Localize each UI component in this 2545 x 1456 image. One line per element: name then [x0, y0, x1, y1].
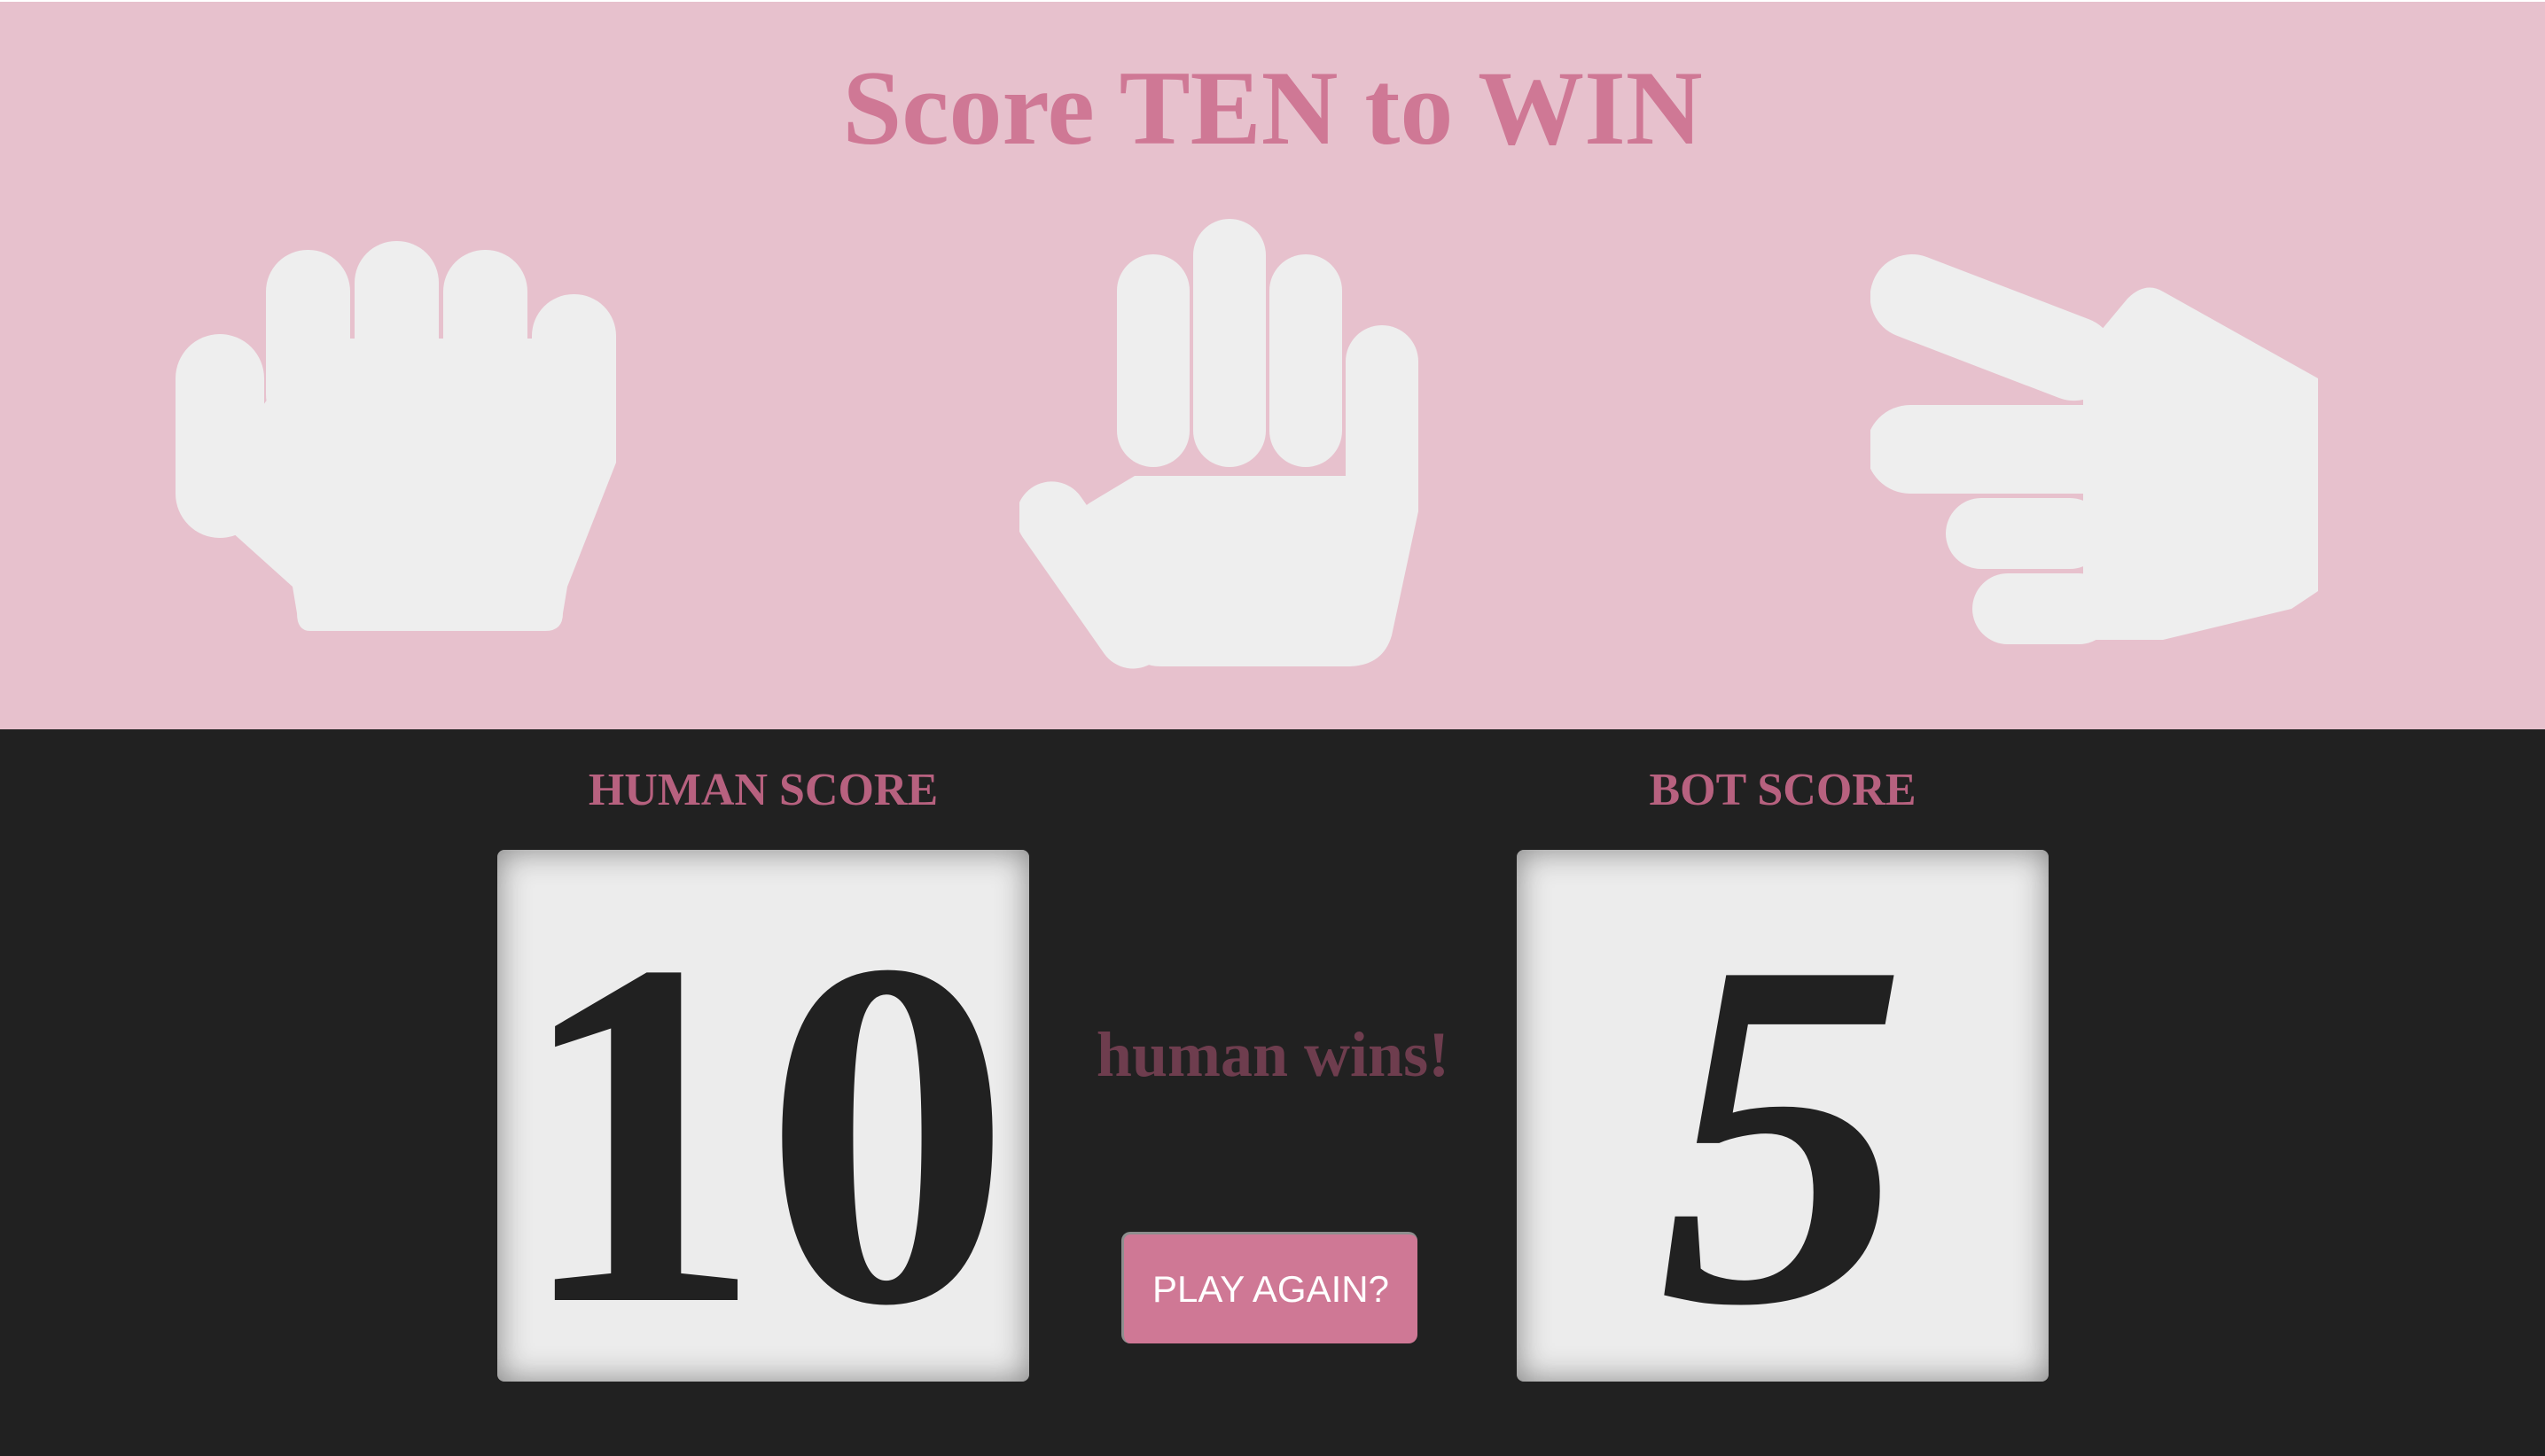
human-score-card: 10 [497, 850, 1029, 1382]
hand-rock-icon [176, 241, 616, 631]
rock-button[interactable] [168, 241, 629, 649]
page-title: Score TEN to WIN [842, 49, 1703, 167]
play-again-button[interactable]: PLAY AGAIN? [1121, 1232, 1417, 1343]
hand-scissors-icon [1870, 254, 2318, 644]
bot-score-card: 5 [1517, 850, 2049, 1382]
scissors-button[interactable] [1870, 245, 2331, 649]
result-message: human wins! [1096, 1019, 1450, 1090]
human-score-value: 10 [515, 859, 1011, 1382]
hand-paper-icon [1019, 219, 1418, 669]
choice-panel: Score TEN to WIN [0, 0, 2545, 729]
paper-button[interactable] [1019, 219, 1423, 675]
bot-score-label: BOT SCORE [1649, 765, 1917, 815]
human-score-label: HUMAN SCORE [588, 765, 939, 815]
bot-score-value: 5 [1659, 859, 1907, 1382]
